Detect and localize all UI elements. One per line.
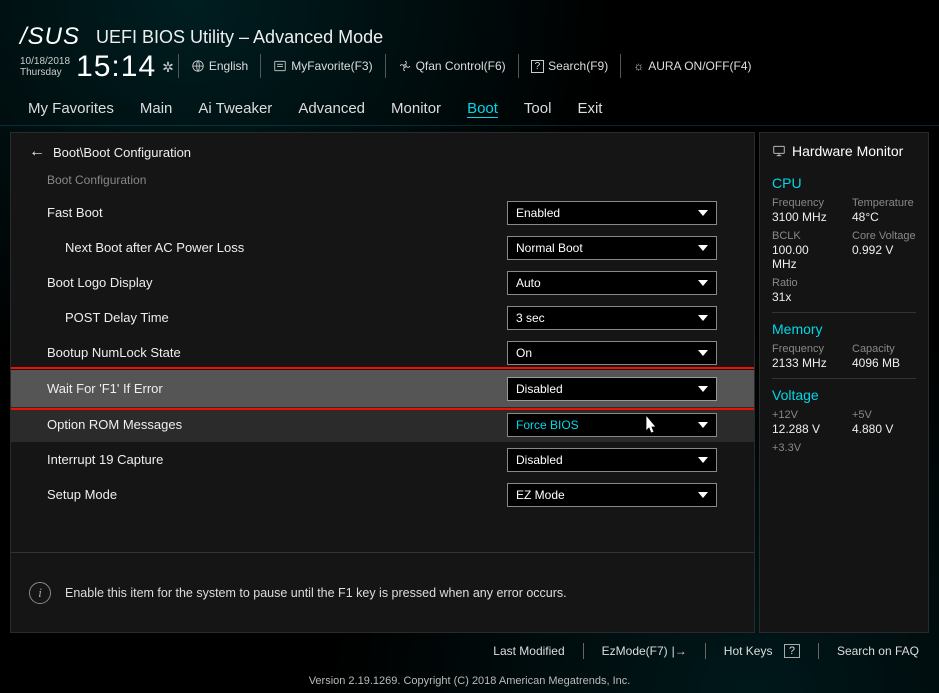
setting-row[interactable]: Setup Mode EZ Mode xyxy=(11,477,754,512)
dropdown-value: EZ Mode xyxy=(516,488,565,502)
back-arrow-icon[interactable]: ← xyxy=(29,143,45,161)
breadcrumb[interactable]: ← Boot\Boot Configuration xyxy=(11,133,754,169)
cpu-heading: CPU xyxy=(772,175,916,191)
chevron-down-icon xyxy=(698,245,708,251)
chevron-down-icon xyxy=(698,457,708,463)
setting-label: Fast Boot xyxy=(47,205,507,220)
app-title: UEFI BIOS Utility – Advanced Mode xyxy=(96,27,383,48)
help-panel: i Enable this item for the system to pau… xyxy=(11,552,754,632)
setting-dropdown[interactable]: Disabled xyxy=(507,448,717,472)
dropdown-value: Disabled xyxy=(516,382,563,396)
separator xyxy=(178,54,179,78)
setting-row[interactable]: Boot Logo Display Auto xyxy=(11,265,754,300)
setting-dropdown[interactable]: Normal Boot xyxy=(507,236,717,260)
qfan-button[interactable]: Qfan Control(F6) xyxy=(390,59,514,73)
ezmode-button[interactable]: EzMode(F7) |→ xyxy=(602,644,687,658)
aura-button[interactable]: ☼ AURA ON/OFF(F4) xyxy=(625,59,759,73)
main-tabs: My Favorites Main Ai Tweaker Advanced Monito… xyxy=(0,92,939,126)
setting-row[interactable]: Option ROM Messages Force BIOS xyxy=(11,407,754,442)
chevron-down-icon xyxy=(698,492,708,498)
voltage-heading: Voltage xyxy=(772,387,916,403)
search-faq-button[interactable]: Search on FAQ xyxy=(837,644,919,658)
tab-advanced[interactable]: Advanced xyxy=(298,98,365,119)
search-icon: ? xyxy=(531,60,545,73)
chevron-down-icon xyxy=(698,315,708,321)
dropdown-value: Disabled xyxy=(516,453,563,467)
brand-logo: /SUS xyxy=(20,23,80,51)
setting-row[interactable]: Next Boot after AC Power Loss Normal Boot xyxy=(11,230,754,265)
chevron-down-icon xyxy=(698,210,708,216)
setting-dropdown[interactable]: Enabled xyxy=(507,201,717,225)
hotkeys-button[interactable]: Hot Keys ? xyxy=(724,644,800,658)
setting-row[interactable]: Fast Boot Enabled xyxy=(11,195,754,230)
tab-tool[interactable]: Tool xyxy=(524,98,552,119)
myfavorite-button[interactable]: MyFavorite(F3) xyxy=(265,59,380,73)
setting-label: Setup Mode xyxy=(47,487,507,502)
tab-exit[interactable]: Exit xyxy=(577,98,602,119)
help-text: Enable this item for the system to pause… xyxy=(65,586,567,600)
memory-heading: Memory xyxy=(772,321,916,337)
monitor-icon xyxy=(772,144,786,158)
fan-icon xyxy=(398,59,412,73)
exit-icon: |→ xyxy=(672,644,687,658)
globe-icon xyxy=(191,59,205,73)
dropdown-value: 3 sec xyxy=(516,311,545,325)
setting-label: Bootup NumLock State xyxy=(47,345,507,360)
setting-label: Interrupt 19 Capture xyxy=(47,452,507,467)
tab-ai-tweaker[interactable]: Ai Tweaker xyxy=(198,98,272,119)
dropdown-value: On xyxy=(516,346,532,360)
setting-label: Boot Logo Display xyxy=(47,275,507,290)
setting-dropdown[interactable]: 3 sec xyxy=(507,306,717,330)
setting-row[interactable]: Wait For 'F1' If Error Disabled xyxy=(11,370,754,407)
aura-icon: ☼ xyxy=(633,59,644,73)
setting-label: Wait For 'F1' If Error xyxy=(47,381,507,396)
setting-dropdown[interactable]: On xyxy=(507,341,717,365)
last-modified-button[interactable]: Last Modified xyxy=(493,644,564,658)
clock-display: 15:14 xyxy=(76,50,156,84)
info-icon: i xyxy=(29,582,51,604)
dropdown-value: Enabled xyxy=(516,206,560,220)
setting-row[interactable]: Bootup NumLock State On xyxy=(11,335,754,370)
dropdown-value: Force BIOS xyxy=(516,418,579,432)
dropdown-value: Normal Boot xyxy=(516,241,583,255)
tab-main[interactable]: Main xyxy=(140,98,173,119)
gear-icon[interactable]: ✲ xyxy=(162,59,174,76)
setting-dropdown[interactable]: EZ Mode xyxy=(507,483,717,507)
tab-monitor[interactable]: Monitor xyxy=(391,98,441,119)
search-button[interactable]: ? Search(F9) xyxy=(523,59,617,73)
date-display: 10/18/2018 Thursday xyxy=(20,56,70,78)
language-button[interactable]: English xyxy=(183,59,256,73)
setting-dropdown[interactable]: Auto xyxy=(507,271,717,295)
version-text: Version 2.19.1269. Copyright (C) 2018 Am… xyxy=(309,675,631,687)
chevron-down-icon xyxy=(698,350,708,356)
footer: Last Modified EzMode(F7) |→ Hot Keys ? S… xyxy=(0,639,939,693)
setting-dropdown[interactable]: Force BIOS xyxy=(507,413,717,437)
setting-label: POST Delay Time xyxy=(65,310,507,325)
setting-label: Option ROM Messages xyxy=(47,417,507,432)
setting-label: Next Boot after AC Power Loss xyxy=(65,240,507,255)
sidebar-title: Hardware Monitor xyxy=(772,141,916,167)
section-heading: Boot Configuration xyxy=(11,169,754,195)
chevron-down-icon xyxy=(698,386,708,392)
list-icon xyxy=(273,59,287,73)
chevron-down-icon xyxy=(698,280,708,286)
setting-dropdown[interactable]: Disabled xyxy=(507,377,717,401)
chevron-down-icon xyxy=(698,422,708,428)
setting-row[interactable]: POST Delay Time 3 sec xyxy=(11,300,754,335)
setting-row[interactable]: Interrupt 19 Capture Disabled xyxy=(11,442,754,477)
tab-my-favorites[interactable]: My Favorites xyxy=(28,98,114,119)
dropdown-value: Auto xyxy=(516,276,541,290)
hardware-monitor-panel: Hardware Monitor CPU Frequency3100 MHz T… xyxy=(759,132,929,633)
tab-boot[interactable]: Boot xyxy=(467,98,498,119)
settings-list: Fast Boot Enabled Next Boot after AC Power… xyxy=(11,195,754,552)
